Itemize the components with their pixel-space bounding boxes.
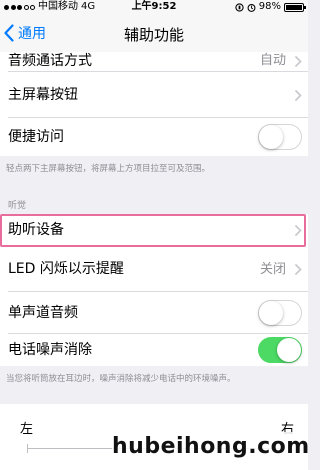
row-home-button[interactable]: 主屏幕按钮 xyxy=(0,72,308,118)
row-label: 电话噪声消除 xyxy=(8,342,92,358)
row-label: 便捷访问 xyxy=(8,129,64,145)
row-label: 主屏幕按钮 xyxy=(8,87,78,103)
row-label: LED 闪烁以示提醒 xyxy=(8,261,124,277)
navigation-bar: 通用 辅助功能 xyxy=(0,14,308,53)
page-title: 辅助功能 xyxy=(123,26,184,44)
hearing-section-header: 听觉 xyxy=(8,201,27,211)
toggle-knob xyxy=(259,125,283,149)
noise-cancellation-footnote: 当您将听筒放在耳边时，噪声消除将减少电话中的环境噪声。 xyxy=(6,374,236,384)
chevron-right-icon xyxy=(294,55,302,68)
row-phone-noise-cancellation: 电话噪声消除 xyxy=(0,334,308,366)
balance-left-label: 左 xyxy=(20,422,34,437)
mono-audio-toggle[interactable] xyxy=(258,300,302,326)
toggle-knob xyxy=(277,338,301,362)
row-value: 自动 xyxy=(259,53,286,68)
battery-percent: 98% xyxy=(258,1,281,12)
row-label: 音频通话方式 xyxy=(8,53,92,69)
reachability-footnote: 轻点两下主屏幕按钮，将屏幕上方项目拉至可及范围。 xyxy=(6,164,211,174)
row-audio-call-routing[interactable]: 音频通话方式 自动 xyxy=(0,52,308,72)
row-mono-audio: 单声道音频 xyxy=(0,292,308,334)
alarm-icon xyxy=(247,3,256,12)
battery-icon xyxy=(284,2,306,12)
status-right: 98% xyxy=(235,0,306,14)
chevron-right-icon xyxy=(294,89,302,102)
highlight-frame xyxy=(0,214,306,247)
orientation-lock-icon xyxy=(235,2,244,12)
chevron-right-icon xyxy=(294,263,302,276)
toggle-knob xyxy=(259,301,283,325)
row-value: 关闭 xyxy=(259,262,286,277)
noise-cancellation-toggle[interactable] xyxy=(258,337,302,363)
reachability-toggle[interactable] xyxy=(258,124,302,150)
row-led-flash-alerts[interactable]: LED 闪烁以示提醒 关闭 xyxy=(0,247,308,292)
status-bar: 中国移动 4G 上午9:52 98% xyxy=(0,0,308,14)
row-label: 单声道音频 xyxy=(8,305,78,321)
watermark: hubeihong.com xyxy=(112,432,309,462)
row-reachability: 便捷访问 xyxy=(0,118,308,156)
